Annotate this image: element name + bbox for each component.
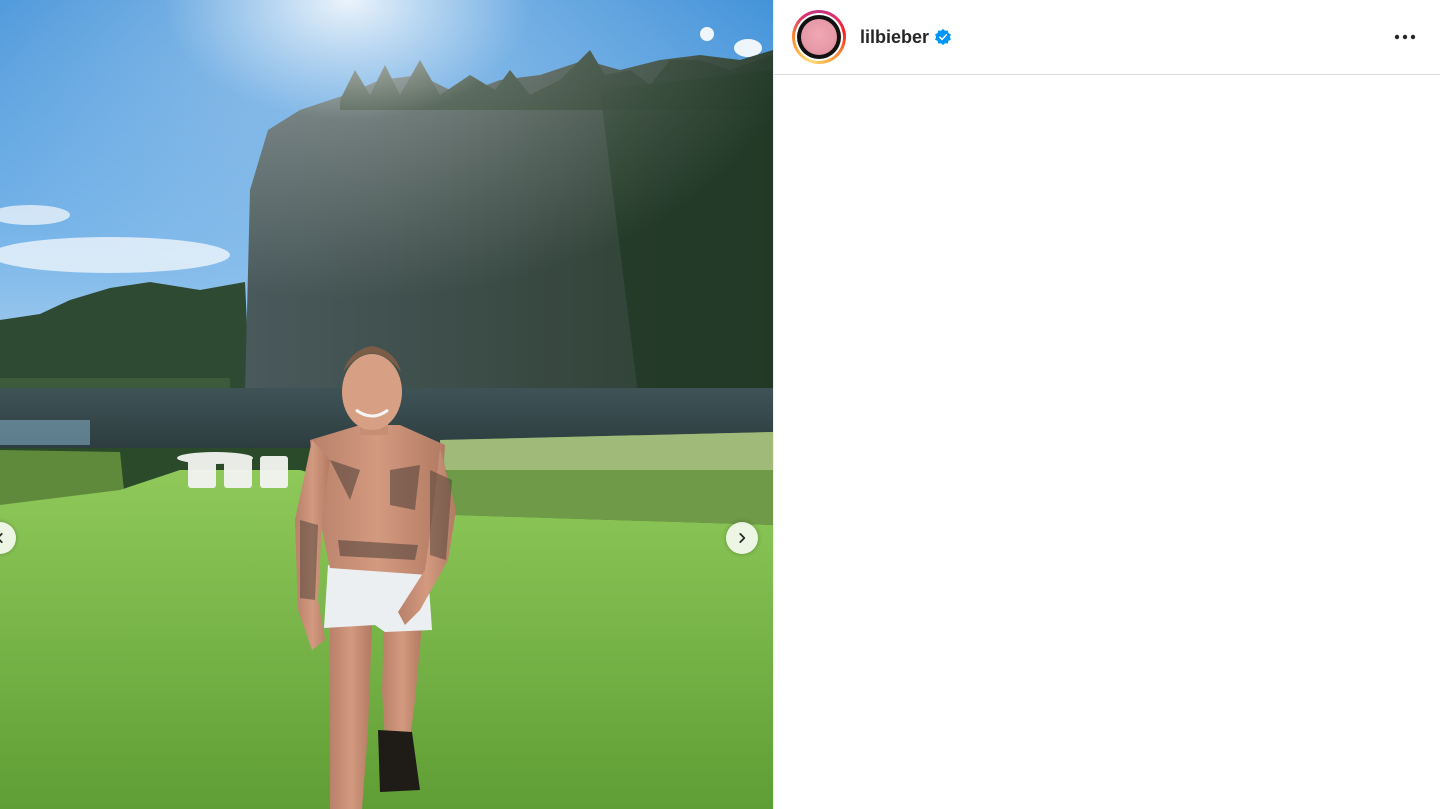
post-header: lilbieber [774, 0, 1440, 75]
avatar-border [795, 13, 843, 61]
more-options-icon [1394, 34, 1416, 40]
verified-badge-icon [935, 28, 951, 46]
story-ring[interactable] [792, 10, 846, 64]
avatar-image [801, 19, 837, 55]
instagram-post-view: lilbieber [0, 0, 1440, 809]
username-group: lilbieber [860, 27, 952, 48]
chevron-right-icon [739, 533, 746, 543]
avatar[interactable] [797, 15, 841, 59]
carousel-next-button[interactable] [726, 522, 758, 554]
chevron-left-icon [0, 533, 3, 543]
post-side-panel: lilbieber [773, 0, 1440, 809]
username-link[interactable]: lilbieber [860, 27, 929, 48]
more-options-button[interactable] [1392, 24, 1418, 50]
post-photo [0, 0, 773, 809]
post-media [0, 0, 773, 809]
